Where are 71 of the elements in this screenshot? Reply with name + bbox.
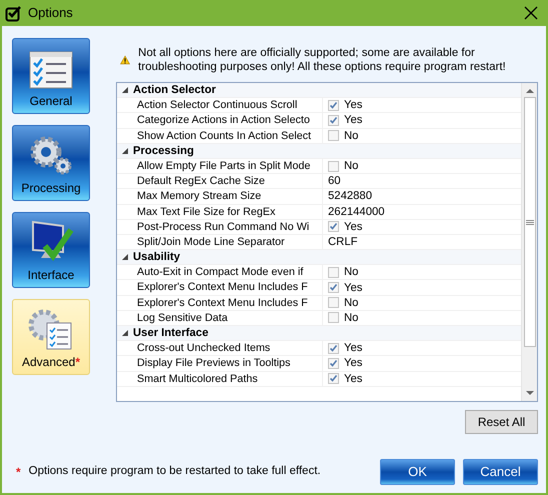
property-value: No (344, 128, 358, 143)
property-value: CRLF (328, 234, 358, 249)
category-title: User Interface (133, 326, 208, 340)
checkbox[interactable] (328, 100, 339, 111)
checkbox[interactable] (328, 160, 339, 172)
checkbox[interactable] (328, 282, 339, 294)
property-name: Split/Join Mode Line Separator (117, 234, 323, 250)
property-name: Explorer's Context Menu Includes F (117, 280, 323, 295)
checkbox[interactable] (328, 266, 339, 278)
property-name: Log Sensitive Data (117, 310, 323, 325)
asterisk-mark: * (16, 464, 21, 481)
property-name: Post-Process Run Command No Wi (117, 220, 323, 234)
property-value: Yes (344, 113, 362, 128)
property-value: Yes (344, 341, 362, 356)
checkbox[interactable] (328, 373, 339, 384)
scrollbar[interactable] (521, 83, 537, 401)
close-icon (524, 6, 538, 20)
cancel-button[interactable]: Cancel (463, 459, 538, 485)
category-title: Action Selector (133, 83, 216, 98)
property-value: No (344, 296, 358, 310)
checkbox[interactable] (328, 358, 339, 369)
property-value: Yes (344, 356, 362, 370)
property-name: Default RegEx Cache Size (117, 174, 323, 188)
property-name: Action Selector Continuous Scroll (117, 98, 323, 112)
expander-icon[interactable] (121, 253, 129, 262)
property-value: 262144000 (328, 204, 385, 219)
ok-button[interactable]: OK (380, 459, 455, 485)
window-title: Options (28, 4, 74, 22)
category-title: Usability (133, 250, 180, 264)
checkbox[interactable] (328, 297, 339, 308)
nav-button[interactable]: General (12, 38, 90, 114)
nav-button[interactable]: Advanced* (12, 299, 90, 375)
scroll-up-icon[interactable] (526, 87, 534, 95)
gears-icon (28, 135, 74, 177)
property-value: Yes (344, 372, 362, 386)
property-name: Max Memory Stream Size (117, 189, 323, 204)
property-name: Auto-Exit in Compact Mode even if (117, 265, 323, 280)
property-value: Yes (344, 280, 362, 295)
checkbox[interactable] (328, 130, 339, 142)
property-name: Categorize Actions in Action Selecto (117, 113, 323, 128)
footnote-text: Options require program to be restarted to take full effect. (28, 464, 322, 480)
checklist-icon (28, 50, 74, 90)
property-name: Smart Multicolored Paths (117, 372, 323, 386)
expander-icon[interactable] (121, 329, 129, 338)
property-name: Max Text File Size for RegEx (117, 204, 323, 219)
property-value: No (344, 265, 358, 280)
nav-button[interactable]: Processing (12, 125, 90, 201)
property-value: Yes (344, 220, 362, 234)
warning-text: Not all options here are officially supported; some are available for troubleshooting purposes only! All these options require program restart! (138, 46, 507, 74)
property-value: Yes (344, 98, 362, 112)
checkbox[interactable] (328, 221, 339, 232)
expander-icon[interactable] (121, 146, 129, 155)
property-name: Explorer's Context Menu Includes F (117, 296, 323, 310)
expander-icon[interactable] (121, 86, 129, 94)
property-value: 5242880 (328, 189, 372, 204)
scroll-down-icon[interactable] (526, 389, 534, 397)
property-name: Allow Empty File Parts in Split Mode (117, 158, 323, 174)
property-name: Cross-out Unchecked Items (117, 341, 323, 356)
nav-button[interactable]: Interface (12, 212, 90, 288)
reset-button[interactable]: Reset All (465, 410, 538, 434)
checkbox[interactable] (328, 342, 339, 354)
property-name: Display File Previews in Tooltips (117, 356, 323, 371)
grip-icon (526, 220, 534, 224)
property-value: 60 (328, 174, 341, 188)
category-title: Processing (133, 144, 194, 158)
property-value: No (344, 310, 358, 325)
checkbox[interactable] (328, 114, 339, 126)
property-name: Show Action Counts In Action Select (117, 128, 323, 143)
checkbox[interactable] (328, 312, 339, 324)
property-value: No (344, 159, 358, 174)
checkbox-icon (5, 4, 22, 22)
